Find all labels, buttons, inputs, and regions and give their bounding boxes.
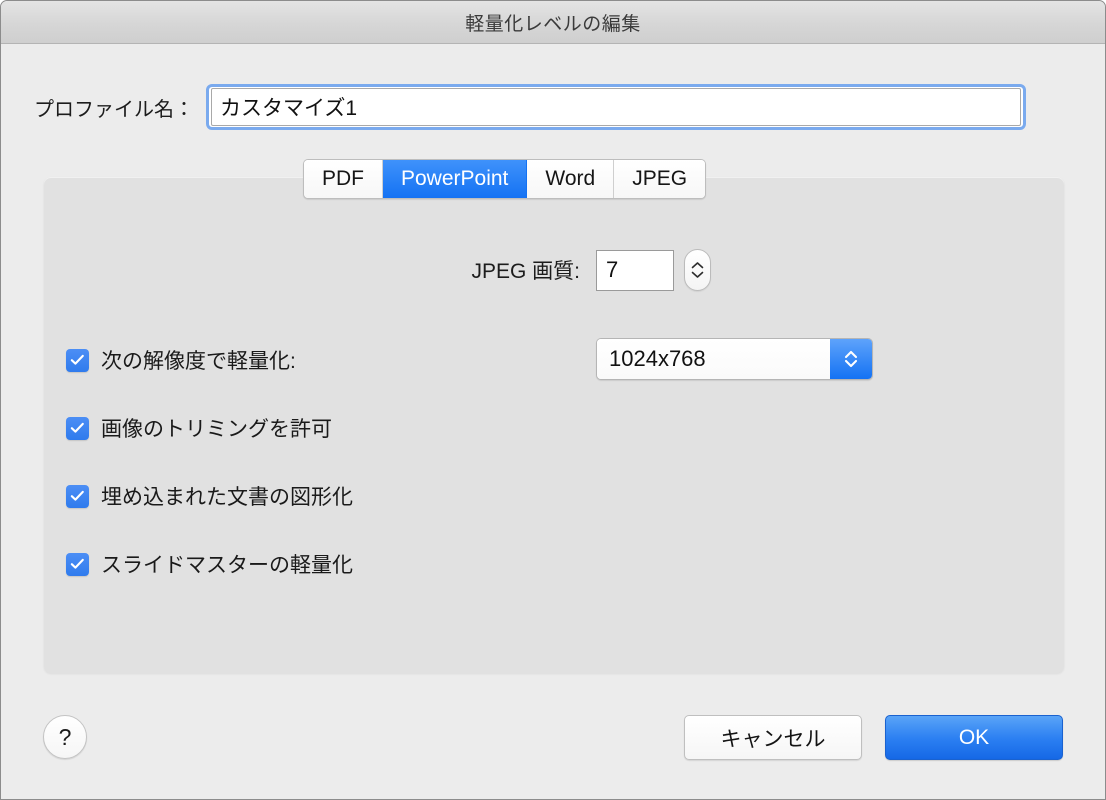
jpeg-quality-label: JPEG 画質: — [471, 260, 580, 283]
chevron-down-icon[interactable] — [691, 270, 704, 279]
profile-name-focus-ring: カスタマイズ1 — [206, 84, 1026, 130]
ok-button[interactable]: OK — [885, 715, 1063, 760]
jpeg-quality-stepper[interactable] — [684, 249, 711, 291]
profile-name-input[interactable]: カスタマイズ1 — [211, 88, 1021, 126]
tab-jpeg[interactable]: JPEG — [614, 160, 706, 198]
profile-name-row: プロファイル名： カスタマイズ1 — [1, 81, 1105, 133]
tab-powerpoint[interactable]: PowerPoint — [383, 160, 528, 198]
resolution-selected-value: 1024x768 — [597, 339, 830, 379]
chevron-up-down-icon[interactable] — [830, 339, 872, 379]
help-button[interactable]: ? — [43, 715, 87, 759]
checkmark-icon[interactable] — [66, 552, 89, 576]
jpeg-quality-input[interactable]: 7 — [596, 249, 674, 291]
checkbox-row-resize[interactable]: 次の解像度で軽量化: — [66, 345, 296, 375]
cancel-button[interactable]: キャンセル — [684, 715, 862, 760]
profile-name-label: プロファイル名： — [34, 98, 194, 121]
tab-pdf[interactable]: PDF — [304, 160, 383, 198]
checkbox-label-allow-crop: 画像のトリミングを許可 — [101, 418, 332, 441]
format-tab-bar: PDF PowerPoint Word JPEG — [303, 159, 707, 199]
checkbox-label-resize: 次の解像度で軽量化: — [101, 350, 296, 373]
jpeg-quality-row: JPEG 画質: 7 — [44, 249, 1064, 291]
tab-content-panel: JPEG 画質: 7 次の解像度で軽量化: 画像のトリミングを許可 埋め込まれた… — [44, 177, 1064, 673]
chevron-up-icon[interactable] — [691, 261, 704, 270]
checkmark-icon[interactable] — [66, 348, 89, 372]
dialog-window: 軽量化レベルの編集 プロファイル名： カスタマイズ1 PDF PowerPoin… — [0, 0, 1106, 800]
checkbox-label-slide-master: スライドマスターの軽量化 — [101, 554, 353, 577]
checkmark-icon[interactable] — [66, 484, 89, 508]
checkbox-row-allow-crop[interactable]: 画像のトリミングを許可 — [66, 413, 332, 443]
window-title: 軽量化レベルの編集 — [465, 13, 641, 35]
tab-word[interactable]: Word — [527, 160, 615, 198]
checkbox-row-embedded-doc-shapes[interactable]: 埋め込まれた文書の図形化 — [66, 481, 353, 511]
checkbox-label-embedded-doc-shapes: 埋め込まれた文書の図形化 — [101, 486, 353, 509]
checkmark-icon[interactable] — [66, 416, 89, 440]
resolution-select[interactable]: 1024x768 — [596, 338, 873, 380]
checkbox-row-slide-master[interactable]: スライドマスターの軽量化 — [66, 549, 353, 579]
title-bar: 軽量化レベルの編集 — [1, 1, 1105, 44]
